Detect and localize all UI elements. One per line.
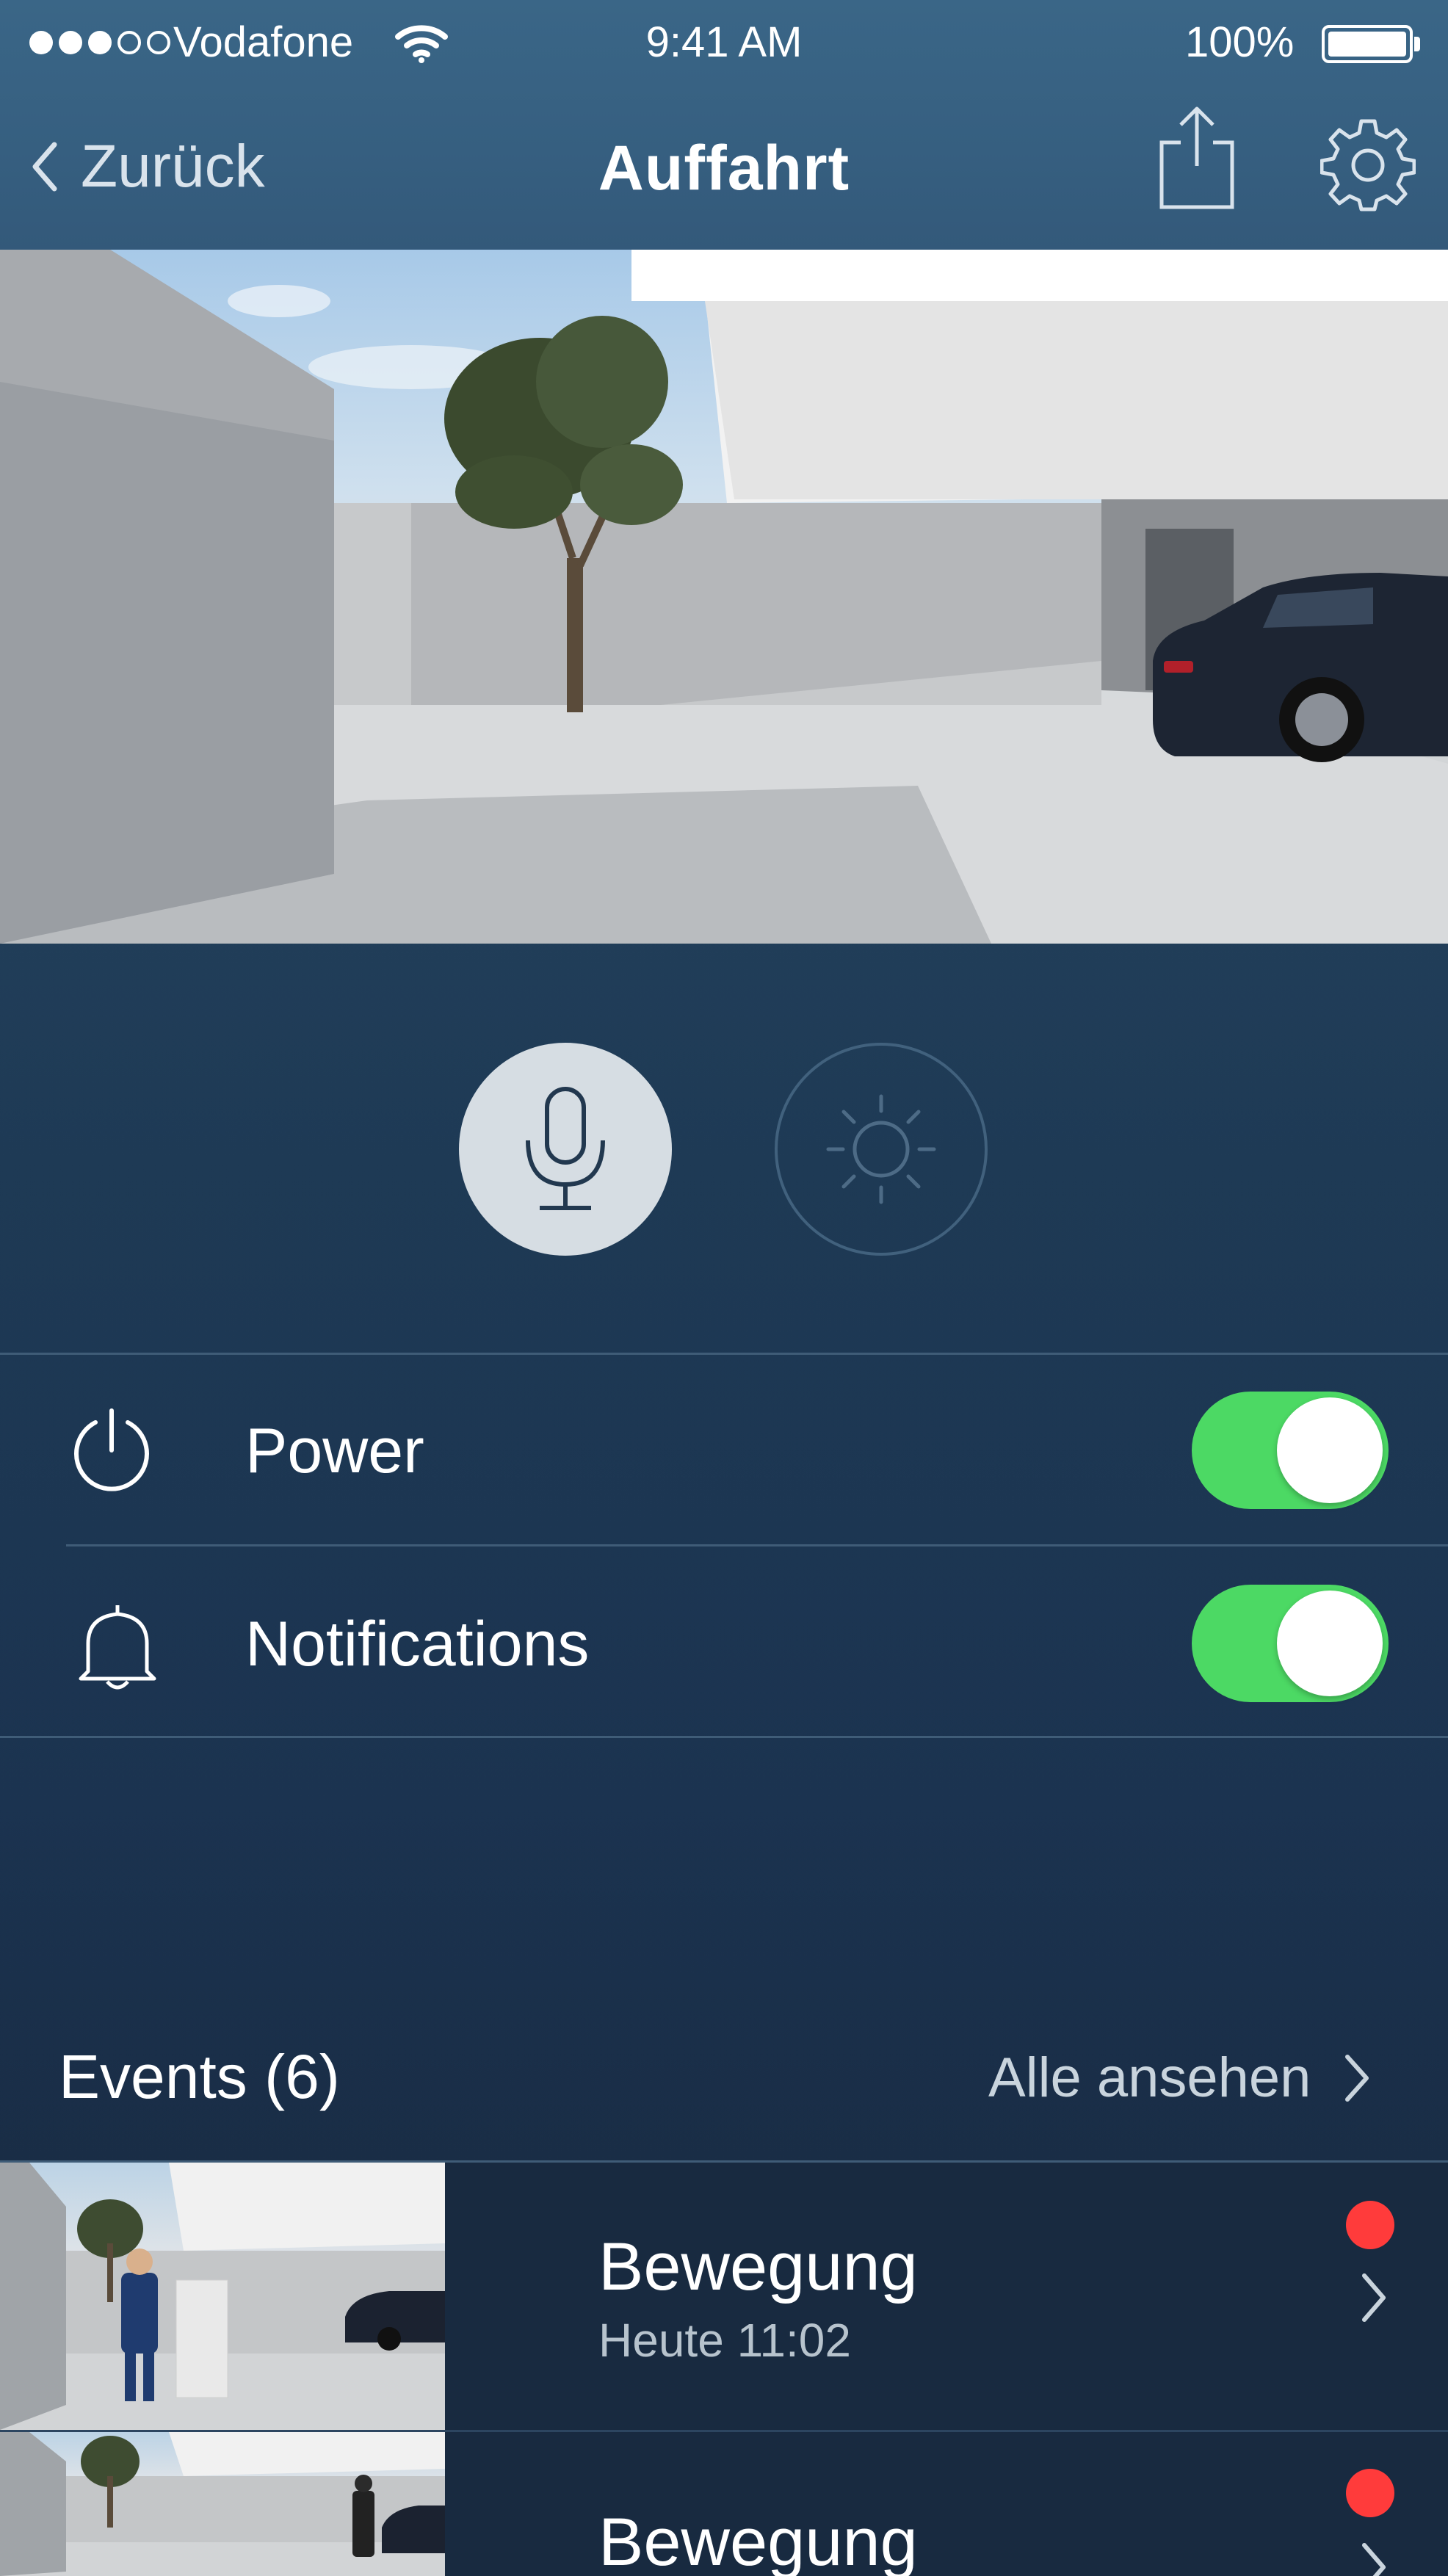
chevron-right-icon [1362,2273,1386,2322]
camera-preview[interactable] [0,250,1448,944]
events-title: Events (6) [59,2042,340,2111]
unread-badge [1346,2469,1394,2517]
power-row: Power [0,1355,1448,1544]
event-title: Bewegung [598,2229,918,2304]
divider [0,1736,1448,1738]
power-icon [74,1408,149,1491]
power-label: Power [245,1416,424,1486]
bell-icon [79,1605,156,1690]
event-thumbnail [0,2432,445,2576]
battery-percentage: 100% [1185,18,1295,66]
microphone-icon [526,1087,605,1210]
sun-icon [826,1094,936,1204]
unread-badge [1346,2201,1394,2249]
event-list-item[interactable]: Bewegung Heute 11:02 [0,2163,1448,2430]
microphone-button[interactable] [459,1043,672,1256]
notifications-label: Notifications [245,1609,590,1679]
gear-icon[interactable] [1320,117,1416,213]
event-title: Bewegung [598,2505,918,2576]
battery-icon [1322,25,1413,63]
camera-image [0,250,1448,944]
share-icon[interactable] [1145,103,1248,213]
event-thumbnail [0,2163,445,2430]
see-all-link[interactable]: Alle ansehen [988,2046,1372,2110]
chevron-right-icon [1362,2543,1386,2576]
event-time: Heute 11:02 [598,2314,851,2367]
notifications-toggle[interactable] [1192,1585,1389,1702]
chevron-right-icon [1345,2054,1369,2102]
power-toggle[interactable] [1192,1392,1389,1509]
event-list-item[interactable]: Bewegung [0,2432,1448,2576]
see-all-label: Alle ansehen [988,2047,1311,2109]
notifications-row: Notifications [0,1546,1448,1736]
light-button[interactable] [775,1043,988,1256]
status-bar: Vodafone 9:41 AM 100% [0,0,1448,88]
